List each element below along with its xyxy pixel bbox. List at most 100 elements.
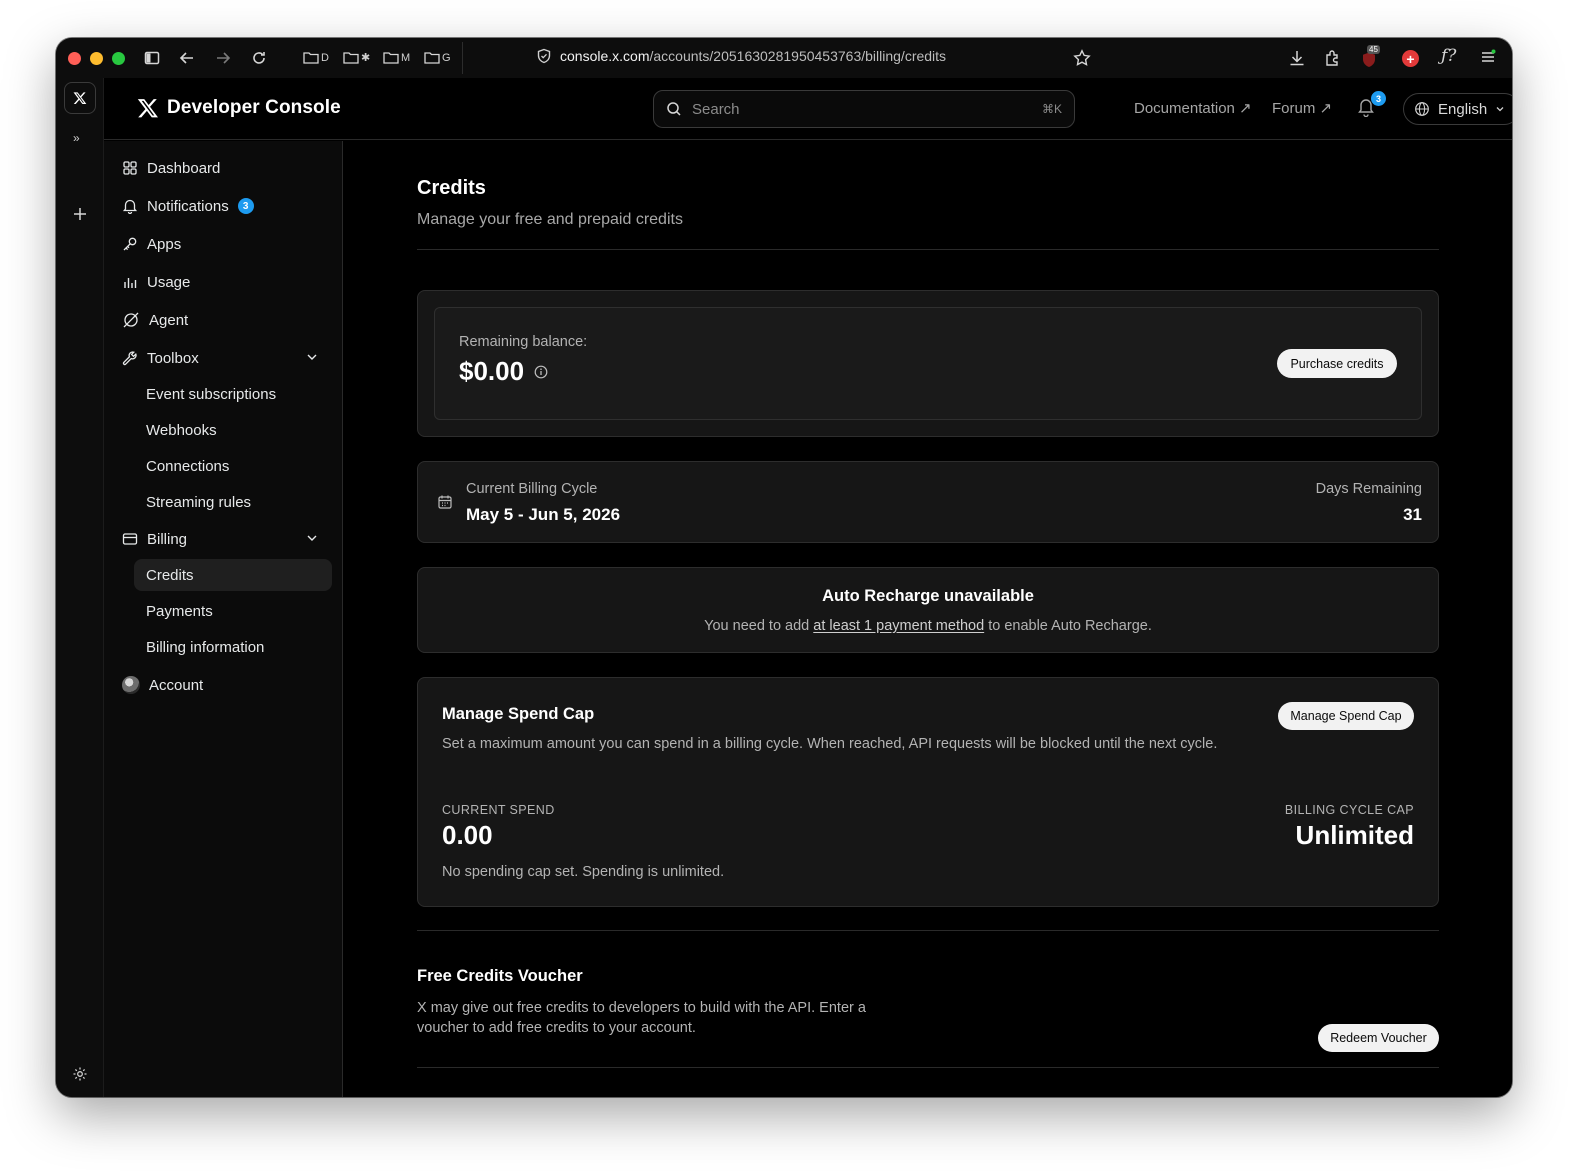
browser-toolbar: D ✱ M G console.x.com/accounts/205163028… <box>56 38 1512 78</box>
search-input[interactable]: Search ⌘K <box>653 90 1075 128</box>
balance-panel: Remaining balance: $0.00 Purchase credit… <box>434 307 1422 420</box>
current-spend-label: CURRENT SPEND <box>442 803 555 817</box>
avatar <box>122 676 140 694</box>
bookmark-folder-star[interactable]: ✱ <box>343 51 370 64</box>
settings-gear-icon[interactable] <box>72 1066 88 1082</box>
sidebar-item-streaming-rules[interactable]: Streaming rules <box>134 486 332 518</box>
extensions-puzzle-icon[interactable] <box>1324 49 1342 67</box>
bookmark-label: D <box>321 51 329 64</box>
sidebar-item-dashboard[interactable]: Dashboard <box>122 152 332 184</box>
sidebar-toggle-icon[interactable] <box>144 50 160 66</box>
days-remaining-value: 31 <box>1403 505 1422 524</box>
sidebar-item-agent[interactable]: Agent <box>122 304 332 336</box>
main-content: Credits Manage your free and prepaid cre… <box>344 141 1512 1097</box>
bookmark-label: M <box>401 51 411 64</box>
chevron-down-icon <box>1496 107 1504 112</box>
ublock-extension-icon[interactable]: 45 <box>1358 45 1380 68</box>
language-select[interactable]: English <box>1403 93 1512 125</box>
plus-extension-icon[interactable]: + <box>1402 50 1419 67</box>
voucher-title: Free Credits Voucher <box>417 967 583 985</box>
sidebar-item-label: Account <box>149 676 204 694</box>
minimize-window-button[interactable] <box>90 51 103 65</box>
sidebar-item-credits[interactable]: Credits <box>134 559 332 591</box>
globe-icon <box>1415 102 1429 116</box>
sidebar-item-account[interactable]: Account <box>122 669 332 701</box>
billing-cycle-cap-label: BILLING CYCLE CAP <box>1284 803 1414 817</box>
sidebar-nav: Dashboard Notifications 3 Apps Usage Age… <box>104 141 343 1097</box>
redeem-voucher-button[interactable]: Redeem Voucher <box>1318 1024 1439 1052</box>
grid-icon <box>123 161 137 175</box>
spend-cap-note: No spending cap set. Spending is unlimit… <box>442 864 725 880</box>
back-arrow-icon[interactable] <box>179 50 195 66</box>
credit-card-icon <box>122 533 138 545</box>
brand[interactable]: Developer Console <box>137 97 341 119</box>
sidebar-item-label: Apps <box>147 235 182 253</box>
sidebar-item-usage[interactable]: Usage <box>122 266 332 298</box>
search-placeholder: Search <box>692 100 740 118</box>
bar-chart-icon <box>124 278 137 288</box>
search-icon <box>667 102 681 116</box>
download-icon[interactable] <box>1288 49 1306 67</box>
wrench-icon <box>122 351 137 366</box>
forward-arrow-icon[interactable] <box>215 50 231 66</box>
url-host: console.x.com <box>560 48 650 64</box>
bookmark-folder-g[interactable]: G <box>424 51 451 64</box>
balance-value-row: $0.00 <box>459 356 548 387</box>
sidebar-item-label: Agent <box>149 311 189 329</box>
bookmark-folder-m[interactable]: M <box>383 51 410 64</box>
forum-link[interactable]: Forum ↗ <box>1272 99 1332 117</box>
bookmark-folder-d[interactable]: D <box>303 51 329 64</box>
voucher-description: X may give out free credits to developer… <box>417 998 866 1038</box>
extension-badge: 45 <box>1367 45 1380 54</box>
balance-label: Remaining balance: <box>459 334 588 350</box>
sidebar-item-label: Notifications <box>147 197 229 215</box>
days-remaining-label: Days Remaining <box>1315 481 1422 497</box>
sidebar-item-billing-information[interactable]: Billing information <box>134 631 332 663</box>
sidebar-item-billing[interactable]: Billing <box>122 523 332 555</box>
sidebar-item-toolbox[interactable]: Toolbox <box>122 342 332 374</box>
purchase-credits-button[interactable]: Purchase credits <box>1277 349 1397 378</box>
address-bar[interactable]: console.x.com/accounts/20516302819504537… <box>536 48 946 64</box>
new-tab-plus-icon[interactable] <box>72 206 88 222</box>
sidebar-item-apps[interactable]: Apps <box>122 228 332 260</box>
sidebar-item-notifications[interactable]: Notifications 3 <box>122 190 332 222</box>
expand-rail-icon[interactable]: » <box>73 131 80 145</box>
bell-icon <box>122 199 138 214</box>
billing-cycle-cap-value: Unlimited <box>1295 820 1414 850</box>
notifications-count-badge: 3 <box>237 198 254 214</box>
folder-icon <box>343 52 359 64</box>
menu-icon[interactable] <box>1480 49 1496 65</box>
auto-recharge-text: You need to add <box>704 618 814 634</box>
function-extension-icon[interactable]: ƒ? <box>1441 46 1456 66</box>
sidebar-item-webhooks[interactable]: Webhooks <box>134 414 332 446</box>
billing-cycle-range: May 5 - Jun 5, 2026 <box>466 505 621 524</box>
x-tab-icon[interactable] <box>64 82 96 114</box>
chevron-down-icon <box>307 354 317 360</box>
sidebar-item-connections[interactable]: Connections <box>134 450 332 482</box>
auto-recharge-title: Auto Recharge unavailable <box>822 587 1034 605</box>
sidebar-item-payments[interactable]: Payments <box>134 595 332 627</box>
sidebar-item-event-subscriptions[interactable]: Event subscriptions <box>134 378 332 410</box>
folder-icon <box>303 52 319 64</box>
window-controls <box>68 51 125 65</box>
bookmark-label: G <box>442 51 451 64</box>
bookmark-star-icon[interactable] <box>1073 49 1091 67</box>
documentation-link[interactable]: Documentation ↗ <box>1134 99 1252 117</box>
brand-title: Developer Console <box>167 97 341 118</box>
close-window-button[interactable] <box>68 51 81 65</box>
calendar-icon <box>438 495 452 509</box>
maximize-window-button[interactable] <box>112 51 125 65</box>
app-header: Developer Console Search ⌘K Documentatio… <box>104 78 1512 140</box>
chevron-down-icon <box>307 535 317 541</box>
manage-spend-cap-button[interactable]: Manage Spend Cap <box>1278 702 1414 730</box>
folder-icon <box>383 52 399 64</box>
reload-icon[interactable] <box>251 50 267 66</box>
voucher-description-line: voucher to add free credits to your acco… <box>417 1020 696 1036</box>
sidebar-item-label: Toolbox <box>147 349 199 367</box>
notifications-count-badge: 3 <box>1371 91 1386 106</box>
search-shortcut: ⌘K <box>1041 102 1062 116</box>
page-subtitle: Manage your free and prepaid credits <box>417 211 683 228</box>
add-payment-method-link[interactable]: at least 1 payment method <box>813 618 984 634</box>
info-icon[interactable] <box>534 365 548 379</box>
x-logo-icon <box>137 99 158 118</box>
